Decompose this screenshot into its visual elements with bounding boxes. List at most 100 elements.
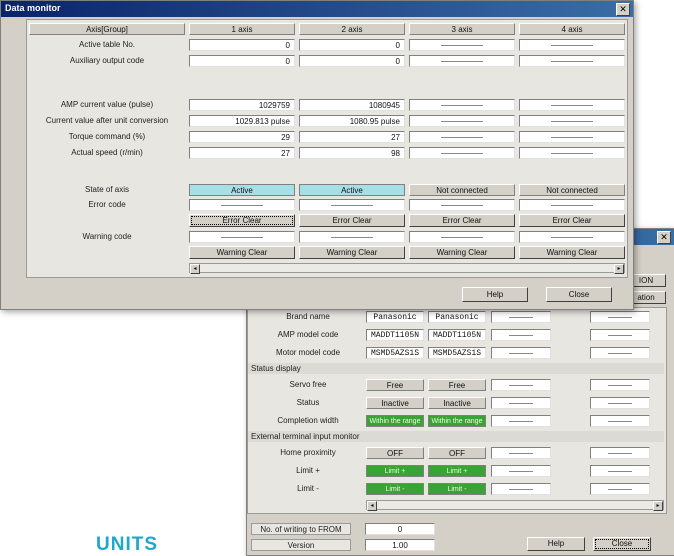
data-monitor-titlebar: Data monitor — [1, 1, 633, 17]
scroll-left-icon[interactable]: ◂ — [190, 264, 200, 274]
warning-clear-button-1[interactable]: Warning Clear — [189, 246, 295, 259]
close-icon[interactable]: ✕ — [657, 231, 671, 244]
close-button[interactable]: Close — [593, 537, 651, 551]
warning-clear-button-2[interactable]: Warning Clear — [299, 246, 405, 259]
active-table-value-1: 0 — [189, 39, 295, 51]
error-code-value-4 — [519, 199, 625, 211]
aux-output-value-2: 0 — [299, 55, 405, 67]
warning-clear-button-4[interactable]: Warning Clear — [519, 246, 625, 259]
brand-name-empty-4 — [590, 311, 650, 323]
help-button[interactable]: Help — [462, 287, 528, 302]
axis-1-header: 1 axis — [189, 23, 295, 35]
current-value-unit-2: 1080.95 pulse — [299, 115, 405, 127]
status-empty-3 — [491, 397, 551, 409]
completion-width-label: Completion width — [277, 416, 339, 425]
home-empty-3 — [491, 447, 551, 459]
amp-current-empty-3 — [409, 99, 515, 111]
axis-4-state: Not connected — [519, 184, 625, 196]
fram-writes-label: No. of writing to FROM — [251, 523, 351, 535]
horizontal-scrollbar[interactable]: ◂ ▸ — [189, 263, 625, 274]
active-table-empty-4 — [519, 39, 625, 51]
warning-clear-button-3[interactable]: Warning Clear — [409, 246, 515, 259]
actual-speed-empty-3 — [409, 147, 515, 159]
completion-empty-4 — [590, 415, 650, 427]
current-value-unit-label: Current value after unit conversion — [45, 116, 169, 125]
aux-output-value-1: 0 — [189, 55, 295, 67]
axis-3-state: Not connected — [409, 184, 515, 196]
limit-plus-value-1: Limit + — [366, 465, 424, 477]
axis-2-header: 2 axis — [299, 23, 405, 35]
error-clear-button-3[interactable]: Error Clear — [409, 214, 515, 227]
device-info-grid: Brand name Panasonic Panasonic AMP model… — [247, 307, 667, 514]
limit-plus-label: Limit + — [296, 466, 320, 475]
axis-group-header: Axis[Group] — [29, 23, 185, 35]
help-button[interactable]: Help — [527, 537, 585, 551]
brand-name-empty-3 — [491, 311, 551, 323]
data-monitor-window: Data monitor ✕ Axis[Group] 1 axis 2 axis… — [0, 0, 634, 310]
amp-current-value-label: AMP current value (pulse) — [60, 100, 154, 109]
servo-free-empty-3 — [491, 379, 551, 391]
brand-name-value-2: Panasonic — [428, 311, 486, 323]
current-value-unit-empty-4 — [519, 115, 625, 127]
torque-command-value-1: 29 — [189, 131, 295, 143]
torque-command-value-2: 27 — [299, 131, 405, 143]
scroll-right-icon[interactable]: ▸ — [614, 264, 624, 274]
amp-current-empty-4 — [519, 99, 625, 111]
torque-command-empty-3 — [409, 131, 515, 143]
amp-current-value-1: 1029759 — [189, 99, 295, 111]
limit-plus-value-2: Limit + — [428, 465, 486, 477]
limit-minus-empty-4 — [590, 483, 650, 495]
error-code-label: Error code — [88, 200, 126, 209]
torque-command-empty-4 — [519, 131, 625, 143]
home-proximity-value-1: OFF — [366, 447, 424, 459]
error-code-value-3 — [409, 199, 515, 211]
error-code-value-1 — [189, 199, 295, 211]
horizontal-scrollbar[interactable]: ◂ ▸ — [366, 500, 664, 511]
actual-speed-value-2: 98 — [299, 147, 405, 159]
scroll-left-icon[interactable]: ◂ — [367, 501, 377, 511]
error-clear-button-2[interactable]: Error Clear — [299, 214, 405, 227]
servo-free-label: Servo free — [289, 380, 327, 389]
amp-model-value-2: MADDT1105N — [428, 329, 486, 341]
fram-writes-value: 0 — [365, 523, 435, 535]
state-of-axis-label: State of axis — [84, 185, 130, 194]
amp-model-empty-4 — [590, 329, 650, 341]
close-button[interactable]: Close — [546, 287, 612, 302]
warning-code-value-1 — [189, 231, 295, 243]
brand-name-value-1: Panasonic — [366, 311, 424, 323]
home-proximity-label: Home proximity — [280, 448, 336, 457]
limit-plus-empty-4 — [590, 465, 650, 477]
axis-3-header: 3 axis — [409, 23, 515, 35]
error-clear-button-4[interactable]: Error Clear — [519, 214, 625, 227]
limit-minus-value-2: Limit - — [428, 483, 486, 495]
amp-model-value-1: MADDT1105N — [366, 329, 424, 341]
version-label: Version — [251, 539, 351, 551]
actual-speed-value-1: 27 — [189, 147, 295, 159]
motor-model-empty-3 — [491, 347, 551, 359]
version-value: 1.00 — [365, 539, 435, 551]
aux-output-empty-3 — [409, 55, 515, 67]
error-clear-button-1[interactable]: Error Clear — [189, 214, 295, 227]
section-external-input: External terminal input monitor — [248, 431, 664, 442]
warning-code-value-4 — [519, 231, 625, 243]
active-table-empty-3 — [409, 39, 515, 51]
window-title: Data monitor — [5, 3, 61, 13]
status-empty-4 — [590, 397, 650, 409]
axis-1-state: Active — [189, 184, 295, 196]
current-value-unit-empty-3 — [409, 115, 515, 127]
aux-output-empty-4 — [519, 55, 625, 67]
torque-command-label: Torque command (%) — [68, 132, 146, 141]
limit-minus-label: Limit - — [297, 484, 319, 493]
scroll-right-icon[interactable]: ▸ — [653, 501, 663, 511]
actual-speed-empty-4 — [519, 147, 625, 159]
home-proximity-value-2: OFF — [428, 447, 486, 459]
servo-free-value-2: Free — [428, 379, 486, 391]
status-label: Status — [296, 398, 320, 407]
warning-code-value-3 — [409, 231, 515, 243]
motor-model-label: Motor model code — [275, 348, 341, 357]
axis-2-state: Active — [299, 184, 405, 196]
limit-minus-empty-3 — [491, 483, 551, 495]
amp-model-label: AMP model code — [277, 330, 339, 339]
close-icon[interactable]: ✕ — [616, 3, 630, 16]
brand-name-label: Brand name — [286, 312, 330, 321]
